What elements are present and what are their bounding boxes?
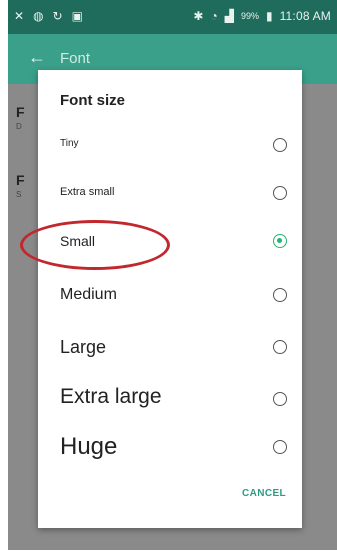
option-label: Extra large xyxy=(60,385,162,408)
radio-button[interactable] xyxy=(273,138,287,152)
status-time: 11:08 AM xyxy=(279,9,331,23)
app-bar-title: Font xyxy=(60,50,91,67)
sync-icon: ↻ xyxy=(52,9,63,23)
option-label: Extra small xyxy=(60,186,115,198)
status-bar: ✕ ◍ ↻ ▣ ✱ ◔ ▟ 99% ▮ 11:08 AM xyxy=(8,0,337,34)
highlight-annotation xyxy=(20,220,170,270)
option-huge[interactable]: Huge xyxy=(38,428,302,472)
radio-button[interactable] xyxy=(273,288,287,302)
signal-icon: ▟ xyxy=(224,9,234,23)
background-setting-label: F xyxy=(16,172,25,188)
voicemail-icon: ◍ xyxy=(33,9,44,23)
radio-button[interactable] xyxy=(273,392,287,406)
wifi-icon: ◔ xyxy=(210,9,218,23)
option-extra-small[interactable]: Extra small xyxy=(38,180,302,210)
radio-button[interactable] xyxy=(273,186,287,200)
dialog-title: Font size xyxy=(60,92,126,109)
arrow-left-icon[interactable]: ← xyxy=(28,47,46,68)
option-medium[interactable]: Medium xyxy=(38,278,302,314)
cancel-button[interactable]: CANCEL xyxy=(242,488,286,499)
radio-button-selected[interactable] xyxy=(273,234,287,248)
image-icon: ▣ xyxy=(71,9,83,23)
battery-icon: ▮ xyxy=(265,9,273,23)
battery-text: 99% xyxy=(240,11,259,21)
option-label: Large xyxy=(60,337,107,357)
font-size-dialog: Font size Tiny Extra small Small Medium … xyxy=(38,70,302,528)
notification-icon: ✕ xyxy=(14,9,25,23)
background-setting-label: F xyxy=(16,104,25,120)
option-label: Huge xyxy=(60,433,118,460)
option-tiny[interactable]: Tiny xyxy=(38,133,302,163)
status-right-icons: ✱ ◔ ▟ 99% ▮ 11:08 AM xyxy=(193,9,331,23)
option-large[interactable]: Large xyxy=(38,330,302,368)
bluetooth-icon: ✱ xyxy=(193,9,204,23)
radio-button[interactable] xyxy=(273,440,287,454)
status-left-icons: ✕ ◍ ↻ ▣ xyxy=(14,9,83,23)
phone-screen: ✕ ◍ ↻ ▣ ✱ ◔ ▟ 99% ▮ 11:08 AM ← Font F D … xyxy=(0,0,337,556)
radio-button[interactable] xyxy=(273,340,287,354)
option-label: Tiny xyxy=(60,138,79,149)
option-extra-large[interactable]: Extra large xyxy=(38,380,302,420)
option-label: Medium xyxy=(60,286,117,303)
